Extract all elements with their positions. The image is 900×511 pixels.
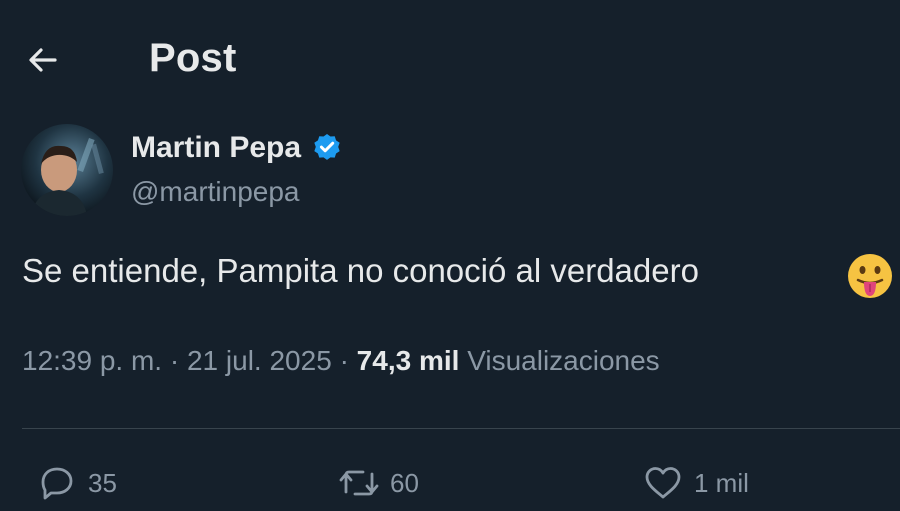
divider xyxy=(22,428,900,429)
avatar-image xyxy=(21,124,113,216)
author-display-name[interactable]: Martin Pepa xyxy=(131,131,301,165)
post-metadata: 12:39 p. m. · 21 jul. 2025 · 74,3 mil Vi… xyxy=(22,345,660,377)
post-actions-bar: 35 60 1 mil xyxy=(0,455,900,511)
author-name-row: Martin Pepa xyxy=(131,128,343,168)
reply-count: 35 xyxy=(88,467,117,498)
reply-button[interactable]: 35 xyxy=(34,455,117,511)
avatar[interactable] xyxy=(21,124,113,216)
verified-badge-icon xyxy=(314,134,340,160)
meta-separator: · xyxy=(169,345,180,376)
reply-icon xyxy=(41,467,73,500)
arrow-left-icon xyxy=(29,48,57,72)
views-label: Visualizaciones xyxy=(467,345,660,376)
post-header: Post xyxy=(0,0,900,120)
author-handle[interactable]: @martinpepa xyxy=(131,176,300,208)
repost-count: 60 xyxy=(390,467,419,498)
post-date[interactable]: 21 jul. 2025 xyxy=(187,345,332,376)
meta-separator: · xyxy=(339,345,349,376)
face-with-tongue-emoji-icon xyxy=(848,254,892,298)
repost-icon xyxy=(339,470,379,496)
repost-button[interactable]: 60 xyxy=(336,455,419,511)
views-count[interactable]: 74,3 mil xyxy=(357,345,460,376)
like-count: 1 mil xyxy=(694,467,749,498)
post-time[interactable]: 12:39 p. m. xyxy=(22,345,162,376)
post-text: Se entiende, Pampita no conoció al verda… xyxy=(22,252,699,289)
page-title: Post xyxy=(149,36,237,80)
like-button[interactable]: 1 mil xyxy=(640,455,749,511)
heart-icon xyxy=(645,467,681,499)
back-button[interactable] xyxy=(22,38,66,82)
